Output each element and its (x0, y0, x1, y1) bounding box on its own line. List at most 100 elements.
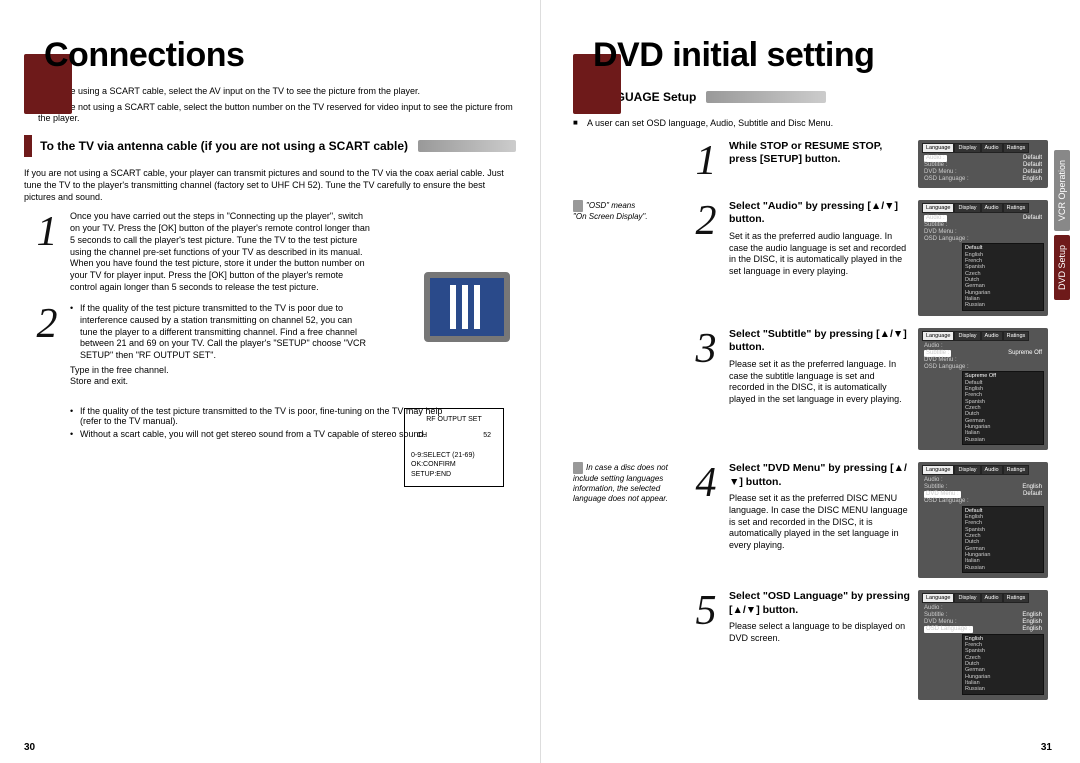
step-head: Select "DVD Menu" by pressing [▲/▼] butt… (729, 462, 912, 489)
page-title: Connections (44, 38, 516, 72)
step-desc: Please set it as the preferred DISC MENU… (729, 493, 912, 551)
osd-option: Russian (965, 565, 1041, 571)
osd-row: Audio :Default (922, 215, 1044, 222)
rstep-4: In case a disc does not include setting … (573, 462, 1048, 578)
osd-tab: Audio (981, 331, 1003, 341)
page-title: DVD initial setting (593, 38, 1048, 72)
osd-tab: Language (922, 203, 954, 213)
osd-row: Subtitle :English (922, 484, 1044, 491)
osd-val: Default (1023, 155, 1042, 162)
section-header: LANGUAGE Setup (573, 86, 1048, 108)
osd-tab: Audio (981, 143, 1003, 153)
osd-key: OSD Language : (924, 176, 969, 183)
osd-dropdown: Supreme OffDefaultEnglishFrenchSpanishCz… (962, 371, 1044, 444)
osd-tab: Ratings (1003, 331, 1030, 341)
step-body: Select "DVD Menu" by pressing [▲/▼] butt… (729, 462, 918, 552)
osd-val: English (1022, 612, 1042, 619)
title-block: DVD initial setting (573, 20, 1048, 72)
step-body: Select "Subtitle" by pressing [▲/▼] butt… (729, 328, 918, 406)
osd-row: OSD Language : (922, 236, 1044, 243)
step-head: While STOP or RESUME STOP, press [SETUP]… (729, 140, 912, 167)
sub-bullet: If the quality of the test picture trans… (70, 303, 370, 361)
osd-tab: Language (922, 143, 954, 153)
osd-row: OSD Language : English (922, 176, 1044, 183)
osd-tabs: LanguageDisplayAudioRatings (922, 331, 1044, 341)
osd-row: Audio : (922, 343, 1044, 350)
step-number: 3 (683, 328, 729, 370)
osd-key: Subtitle : (924, 484, 947, 491)
rstep-1: 1While STOP or RESUME STOP, press [SETUP… (573, 140, 1048, 188)
step-number: 5 (683, 590, 729, 632)
section-rule (706, 91, 826, 103)
osd-tab: Ratings (1003, 203, 1030, 213)
step-head: Select "OSD Language" by pressing [▲/▼] … (729, 590, 912, 617)
step-body: While STOP or RESUME STOP, press [SETUP]… (729, 140, 918, 171)
osd-key: Audio : (924, 605, 943, 612)
section-header: To the TV via antenna cable (if you are … (24, 135, 516, 157)
osd-ch-value: 52 (483, 431, 491, 441)
osd-row: DVD Menu :English (922, 619, 1044, 626)
osd-tabs: LanguageDisplayAudioRatings (922, 143, 1044, 153)
osd-row: Subtitle : (922, 222, 1044, 229)
osd-row: Audio : (922, 605, 1044, 612)
osd-key: Audio : (924, 215, 947, 222)
osd-tab: Audio (981, 203, 1003, 213)
osd-tabs: LanguageDisplayAudioRatings (922, 203, 1044, 213)
step-number: 2 (24, 303, 70, 388)
osd-row: Subtitle :English (922, 612, 1044, 619)
osd-key: Audio : (924, 477, 943, 484)
rf-output-box: RF OUTPUT SET CH 52 0-9:SELECT (21-69) O… (404, 408, 504, 487)
osd-key: Subtitle : (924, 222, 947, 229)
osd-tab: Audio (981, 593, 1003, 603)
after-bullets: If the quality of the test picture trans… (70, 406, 450, 439)
osd-key: OSD Language : (924, 236, 969, 243)
osd-row: OSD Language : English (922, 626, 1044, 633)
osd-val: Default (1023, 491, 1042, 498)
rstep-5: 5Select "OSD Language" by pressing [▲/▼]… (573, 590, 1048, 700)
section-rule (418, 140, 516, 152)
osd-tab: Ratings (1003, 593, 1030, 603)
step-number: 1 (683, 140, 729, 182)
osd-dropdown: EnglishFrenchSpanishCzechDutchGermanHung… (962, 634, 1044, 695)
margin-note: "OSD" means"On Screen Display". (573, 200, 683, 222)
bullet-item: If you are using a SCART cable, select t… (24, 86, 516, 98)
osd-row: OSD Language : (922, 364, 1044, 371)
step-desc: Set it as the preferred audio language. … (729, 231, 912, 278)
bullet-item: If you are not using a SCART cable, sele… (24, 102, 516, 125)
osd-ch-label: CH (417, 431, 427, 441)
intro-para: If you are not using a SCART cable, your… (24, 167, 516, 203)
info-icon (573, 200, 583, 212)
osd-row: DVD Menu : (922, 229, 1044, 236)
color-bars (450, 285, 484, 329)
osd-key: Audio : (924, 155, 947, 162)
step-body: Select "Audio" by pressing [▲/▼] button.… (729, 200, 918, 278)
osd-option: Russian (965, 437, 1041, 443)
step-tail: Store and exit. (70, 376, 370, 388)
osd-val: English (1022, 176, 1042, 183)
osd-key: DVD Menu : (924, 619, 957, 626)
side-tab-vcr: VCR Operation (1054, 150, 1070, 231)
osd-tab: Audio (981, 465, 1003, 475)
osd-key: DVD Menu : (924, 491, 961, 498)
osd-key: DVD Menu : (924, 169, 957, 176)
step-number: 1 (24, 211, 70, 293)
osd-row: DVD Menu : (922, 357, 1044, 364)
osd-row: Subtitle :Supreme Off (922, 350, 1044, 357)
osd-tab: Display (954, 593, 980, 603)
step-body: If the quality of the test picture trans… (70, 303, 370, 388)
sub-bullet: Without a scart cable, you will not get … (70, 429, 450, 439)
side-tabs: VCR Operation DVD Setup (1054, 150, 1070, 304)
osd-title: RF OUTPUT SET (411, 415, 497, 425)
osd-tab: Display (954, 465, 980, 475)
osd-key: Subtitle : (924, 350, 951, 357)
osd-tab: Display (954, 203, 980, 213)
intro-bullets: A user can set OSD language, Audio, Subt… (573, 118, 1048, 130)
osd-val: English (1022, 626, 1042, 633)
osd-row: DVD Menu : Default (922, 491, 1044, 498)
step-desc: Please select a language to be displayed… (729, 621, 912, 644)
osd-key: OSD Language : (924, 626, 973, 633)
title-block: Connections (24, 20, 516, 72)
osd-val: Default (1023, 162, 1042, 169)
osd-row: OSD Language : (922, 498, 1044, 505)
tv-figure (424, 272, 510, 342)
